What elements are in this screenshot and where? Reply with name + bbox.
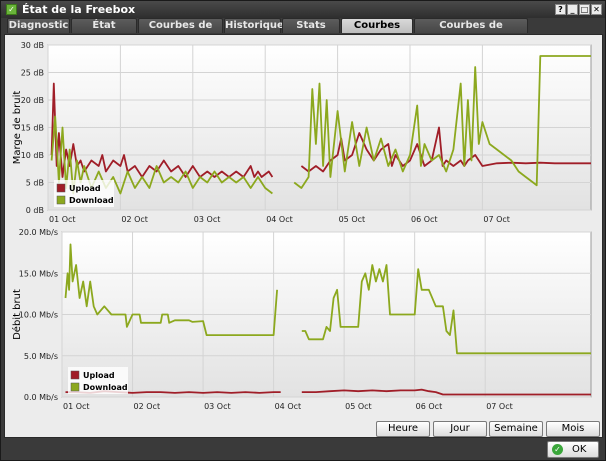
ok-button[interactable]: ✓ OK (547, 441, 599, 458)
y-tick-label: 20.0 Mb/s (19, 228, 58, 237)
tab-courbes-debit[interactable]: Courbes de Débit (138, 18, 223, 45)
legend-label: Download (69, 196, 114, 205)
charts-area: 0 dB5 dB10 dB15 dB20 dB25 dB30 dB01 Oct 0… (11, 41, 592, 411)
tab-panel: 0 dB 5 dB 10 dB 15 dB 20 dB 25 dB 30 dB 01 Oct 0… (4, 34, 603, 438)
legend-swatch (56, 195, 66, 205)
x-tick-label: 04 Oct (275, 402, 302, 411)
x-tick-label: 07 Oct (483, 215, 510, 224)
close-icon[interactable]: ✕ (591, 4, 602, 15)
legend-label: Download (83, 383, 128, 392)
x-tick-label: 02 Oct (121, 215, 148, 224)
title-bar[interactable]: ✓ État de la Freebox ? _ □ ✕ (1, 1, 605, 18)
week-button[interactable]: Semaine (489, 421, 543, 437)
y-tick-label: 0.0 Mb/s (24, 393, 58, 402)
freebox-status-window: ✓ État de la Freebox ? _ □ ✕ Diagnostic … (0, 0, 606, 461)
tab-diagnostic[interactable]: Diagnostic (7, 18, 70, 33)
maximize-icon[interactable]: □ (579, 4, 590, 15)
tab-courbes-temperature[interactable]: Courbes de température (414, 18, 528, 45)
x-tick-label: 01 Oct (49, 215, 76, 224)
x-tick-label: 07 Oct (486, 402, 513, 411)
minimize-icon[interactable]: _ (567, 4, 578, 15)
x-tick-label: 04 Oct (266, 215, 293, 224)
x-tick-label: 03 Oct (194, 215, 221, 224)
freebox-app-icon: ✓ (6, 4, 17, 15)
x-tick-label: 02 Oct (134, 402, 161, 411)
legend-label: Upload (83, 371, 115, 380)
y-tick-label: 20 dB (21, 96, 44, 105)
y-tick-label: 15.0 Mb/s (19, 269, 58, 278)
y-axis-label: Débit brut (11, 289, 23, 340)
y-tick-label: 0 dB (26, 206, 44, 215)
tab-stats-xdsl[interactable]: Stats xDSL (282, 18, 340, 45)
y-tick-label: 25 dB (21, 69, 44, 78)
tab-courbes-xdsl[interactable]: Courbes xDSL (341, 18, 413, 45)
x-tick-label: 01 Oct (63, 402, 90, 411)
day-button[interactable]: Jour (433, 421, 487, 437)
dialog-footer (1, 438, 605, 460)
y-tick-label: 5 dB (26, 179, 44, 188)
y-tick-label: 5.0 Mb/s (24, 352, 58, 361)
y-tick-label: 10 dB (21, 151, 44, 160)
help-icon[interactable]: ? (555, 4, 566, 15)
y-tick-label: 15 dB (21, 124, 44, 133)
tab-historique[interactable]: Historique (224, 18, 284, 33)
x-tick-label: 06 Oct (411, 215, 438, 224)
y-axis-label: Marge de bruit (12, 91, 23, 165)
tab-bar: Diagnostic État Internet Courbes de Débi… (4, 18, 604, 45)
checkmark-icon: ✓ (552, 444, 563, 455)
legend-swatch (70, 382, 80, 392)
x-tick-label: 05 Oct (345, 402, 372, 411)
month-button[interactable]: Mois (546, 421, 600, 437)
legend-swatch (56, 183, 66, 193)
tab-etat-internet[interactable]: État Internet (71, 18, 137, 45)
legend-label: Upload (69, 184, 101, 193)
y-tick-label: 10.0 Mb/s (19, 311, 58, 320)
ok-label: OK (572, 444, 587, 455)
chart-1: 0 dB 5 dB 10 dB 15 dB 20 dB 25 dB 30 dB 01 Oct 0… (12, 41, 592, 224)
x-tick-label: 05 Oct (339, 215, 366, 224)
window-title: État de la Freebox (22, 3, 136, 16)
hour-button[interactable]: Heure (376, 421, 430, 437)
legend-swatch (70, 370, 80, 380)
chart-2: 0.0 Mb/s 5.0 Mb/s 10.0 Mb/s 15.0 Mb/s 20.0 M… (11, 228, 592, 411)
x-tick-label: 06 Oct (416, 402, 443, 411)
x-tick-label: 03 Oct (204, 402, 231, 411)
y-tick-label: 30 dB (21, 41, 44, 50)
